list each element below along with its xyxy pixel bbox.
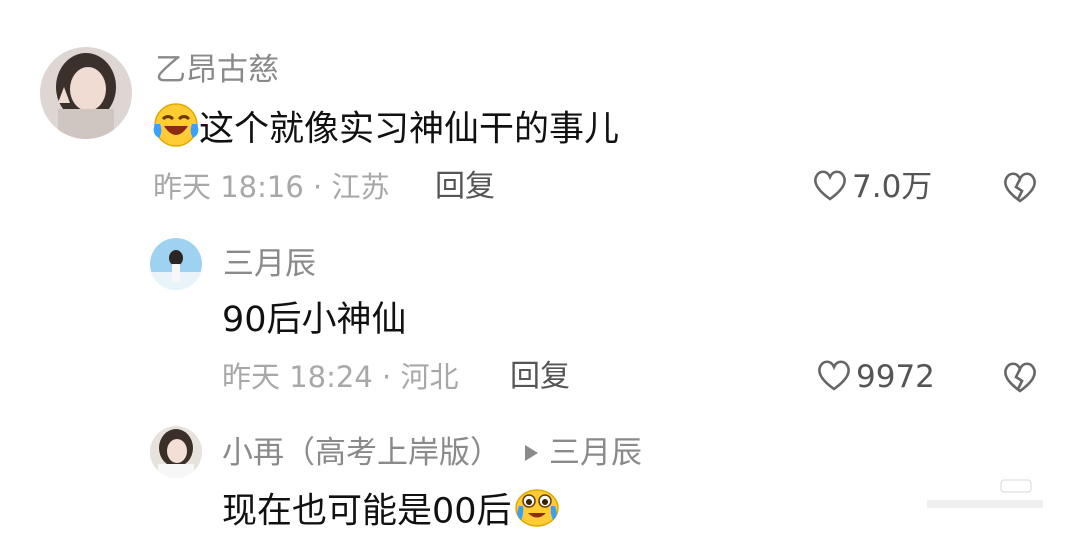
comment-time: 昨天 18:16 · 江苏 bbox=[153, 168, 389, 206]
comment-text-content: 这个就像实习神仙干的事儿 bbox=[199, 109, 620, 150]
like-button[interactable]: 7.0万 bbox=[812, 168, 932, 206]
timestamp: 昨天 18:24 · bbox=[222, 360, 392, 394]
avatar[interactable] bbox=[150, 238, 202, 290]
reply-button[interactable]: 回复 bbox=[510, 358, 570, 396]
reply-to-name[interactable]: 三月辰 bbox=[549, 433, 642, 473]
heart-icon bbox=[816, 358, 852, 396]
reply-button[interactable]: 回复 bbox=[435, 168, 495, 206]
comment-author: 小再（高考上岸版） 三月辰 bbox=[222, 433, 642, 473]
like-count: 9972 bbox=[856, 359, 935, 395]
comment-text: 这个就像实习神仙干的事儿 bbox=[153, 102, 619, 159]
like-button[interactable]: 9972 bbox=[816, 358, 935, 396]
avatar[interactable] bbox=[150, 426, 202, 478]
like-count: 7.0万 bbox=[852, 169, 933, 205]
reply-arrow-icon bbox=[523, 444, 539, 462]
comment-time: 昨天 18:24 · 河北 bbox=[222, 358, 458, 396]
broken-heart-icon bbox=[1002, 362, 1038, 398]
dislike-button[interactable] bbox=[1002, 360, 1038, 398]
comment-text-content: 现在也可能是00后 bbox=[222, 491, 512, 532]
comment-text: 现在也可能是00后 bbox=[222, 486, 560, 539]
dislike-button[interactable] bbox=[1002, 170, 1038, 208]
comment-text: 90后小神仙 bbox=[222, 300, 407, 340]
avatar[interactable] bbox=[40, 47, 132, 139]
author-name[interactable]: 小再（高考上岸版） bbox=[222, 433, 501, 473]
heart-icon bbox=[812, 168, 848, 206]
location: 河北 bbox=[400, 360, 459, 394]
timestamp: 昨天 18:16 · bbox=[153, 170, 323, 204]
comment-author[interactable]: 三月辰 bbox=[223, 244, 316, 284]
laughing-crying-emoji bbox=[153, 102, 199, 159]
watermark bbox=[925, 478, 1045, 514]
broken-heart-icon bbox=[1002, 172, 1038, 208]
comment-author[interactable]: 乙昂古慈 bbox=[155, 50, 279, 90]
crying-laughing-emoji bbox=[514, 486, 560, 539]
location: 江苏 bbox=[331, 170, 390, 204]
